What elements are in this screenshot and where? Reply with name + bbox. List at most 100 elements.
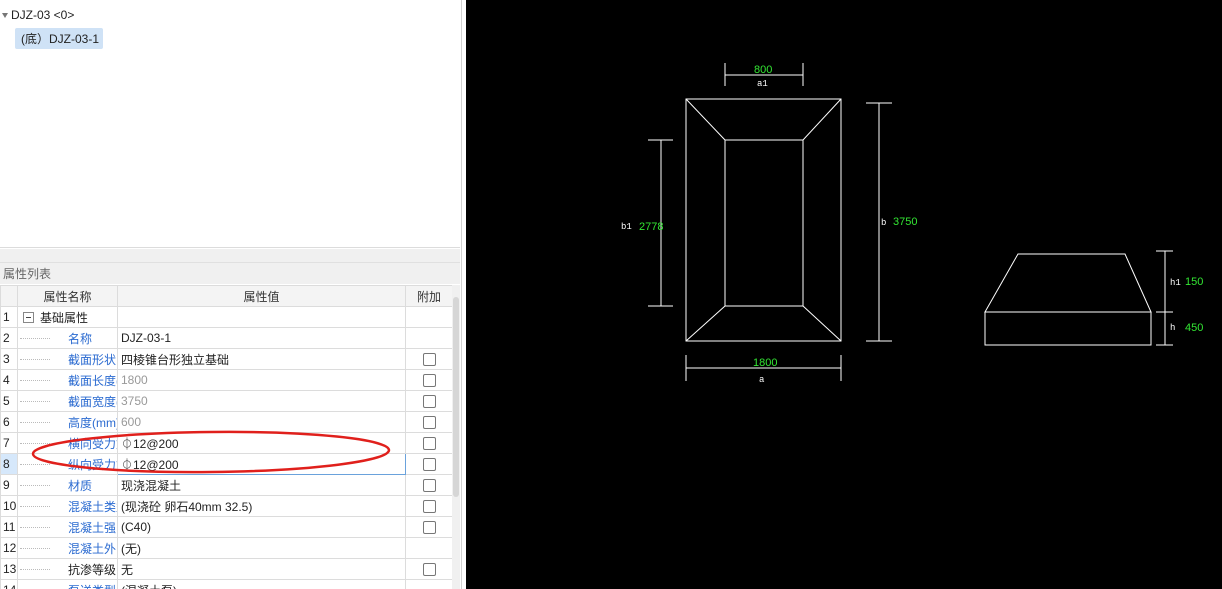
dim-b1-value: 2778 — [639, 221, 663, 233]
extra-checkbox[interactable] — [422, 416, 436, 430]
property-value[interactable] — [117, 306, 406, 328]
property-name: 截面长度(... — [68, 373, 117, 388]
property-value[interactable]: ⏀12@200 — [117, 432, 406, 454]
row-number: 3 — [0, 348, 18, 370]
row-number: 13 — [0, 558, 18, 580]
property-value[interactable]: 现浇混凝土 — [117, 474, 406, 496]
tree-connector-line — [20, 568, 50, 570]
property-row[interactable]: 7 横向受力筋⏀12@200 — [0, 432, 453, 454]
tree-connector-line — [20, 484, 50, 486]
property-value[interactable]: 无 — [117, 558, 406, 580]
row-number: 8 — [0, 453, 18, 475]
property-name-cell: 名称 — [17, 327, 118, 349]
panel-splitter[interactable] — [0, 249, 460, 262]
tree-child-item-selected[interactable]: (底）DJZ-03-1 — [15, 28, 104, 49]
property-value[interactable]: ⏀12@200 — [117, 453, 406, 475]
property-row[interactable]: 5 截面宽度(...3750 — [0, 390, 453, 412]
tree-connector-line — [20, 547, 50, 549]
extra-checkbox[interactable] — [422, 353, 436, 367]
property-name: 名称 — [68, 331, 93, 346]
tree-root-label: DJZ-03 <0> — [11, 8, 75, 22]
row-number: 1 — [0, 306, 18, 328]
property-row[interactable]: 3 截面形状 四棱锥台形独立基础 — [0, 348, 453, 370]
corner-line-tr — [802, 98, 842, 141]
property-value[interactable]: DJZ-03-1 — [117, 327, 406, 349]
extra-cell — [405, 432, 453, 454]
plan-outer-outline — [685, 98, 842, 342]
corner-line-tl — [685, 98, 726, 141]
property-name-cell: 横向受力筋 — [17, 432, 118, 454]
extra-cell — [405, 474, 453, 496]
property-value[interactable]: 1800 — [117, 369, 406, 391]
property-value[interactable]: (C40) — [117, 516, 406, 538]
extra-checkbox[interactable] — [422, 374, 436, 388]
row-number: 4 — [0, 369, 18, 391]
extra-checkbox[interactable] — [422, 458, 436, 472]
row-number: 14 — [0, 579, 18, 589]
corner-line-br — [802, 305, 842, 342]
tree-connector-line — [20, 505, 50, 507]
property-row[interactable]: 11 混凝土强...(C40) — [0, 516, 453, 538]
extra-checkbox[interactable] — [422, 500, 436, 514]
tree-connector-line — [20, 526, 50, 528]
extra-checkbox[interactable] — [422, 521, 436, 535]
cad-drawing-canvas[interactable]: 800 a1 1800 a b1 2778 b 3750 h1 150 h 45… — [466, 0, 1222, 589]
property-value[interactable]: (混凝土泵) — [117, 579, 406, 589]
extra-cell — [405, 348, 453, 370]
foundation-drawing: 800 a1 1800 a b1 2778 b 3750 h1 150 h 45… — [621, 63, 1203, 385]
grid-header-row: 属性名称 属性值 附加 — [0, 285, 453, 307]
property-name-cell: 混凝土类型 — [17, 495, 118, 517]
extra-cell — [405, 327, 453, 349]
extra-checkbox[interactable] — [422, 395, 436, 409]
dim-b-label: b — [881, 218, 886, 228]
extra-cell — [405, 579, 453, 589]
property-row[interactable]: 9 材质 现浇混凝土 — [0, 474, 453, 496]
tree-root-item[interactable]: DJZ-03 <0> — [2, 7, 74, 23]
property-name-cell: 抗渗等级 — [17, 558, 118, 580]
dim-b1-label: b1 — [621, 222, 632, 232]
property-row[interactable]: 13 抗渗等级无 — [0, 558, 453, 580]
property-row[interactable]: 2 名称 DJZ-03-1 — [0, 327, 453, 349]
extra-cell — [405, 306, 453, 328]
property-name-cell: 高度(mm) — [17, 411, 118, 433]
extra-checkbox[interactable] — [422, 437, 436, 451]
row-number: 5 — [0, 390, 18, 412]
dim-h1-value: 150 — [1185, 276, 1203, 288]
dim-b-value: 3750 — [893, 216, 917, 228]
extra-cell — [405, 453, 453, 475]
collapse-minus-icon[interactable] — [23, 311, 34, 323]
vertical-scrollbar[interactable] — [452, 285, 460, 589]
property-value[interactable]: (现浇砼 卵石40mm 32.5) — [117, 495, 406, 517]
property-row[interactable]: 12 混凝土外...(无) — [0, 537, 453, 559]
property-row[interactable]: 4 截面长度(...1800 — [0, 369, 453, 391]
property-row[interactable]: 6 高度(mm) 600 — [0, 411, 453, 433]
property-row[interactable]: 8 纵向受力筋⏀12@200 — [0, 453, 453, 475]
tree-child-label: (底）DJZ-03-1 — [21, 32, 100, 46]
component-tree: DJZ-03 <0> (底）DJZ-03-1 — [0, 0, 460, 248]
tree-connector-line — [20, 442, 50, 444]
property-row[interactable]: 1 基础属性 — [0, 306, 453, 328]
property-name: 混凝土类型 — [68, 499, 117, 514]
expand-arrow-icon[interactable] — [2, 12, 8, 18]
extra-cell — [405, 390, 453, 412]
property-name: 高度(mm) — [68, 415, 118, 430]
property-name-cell: 泵送类型 — [17, 579, 118, 589]
property-value[interactable]: 600 — [117, 411, 406, 433]
property-value[interactable]: (无) — [117, 537, 406, 559]
property-row[interactable]: 14 泵送类型(混凝土泵) — [0, 579, 453, 589]
scrollbar-thumb[interactable] — [453, 297, 459, 497]
property-value[interactable]: 3750 — [117, 390, 406, 412]
extra-checkbox[interactable] — [422, 479, 436, 493]
property-name: 抗渗等级 — [68, 562, 117, 577]
tree-connector-line — [20, 337, 50, 339]
extra-checkbox[interactable] — [422, 563, 436, 577]
corner-line-bl — [685, 305, 726, 342]
property-name: 纵向受力筋 — [68, 457, 117, 472]
property-value[interactable]: 四棱锥台形独立基础 — [117, 348, 406, 370]
col-header-name: 属性名称 — [17, 285, 118, 307]
dim-a-label: a — [759, 375, 765, 385]
property-name: 混凝土外... — [68, 541, 117, 556]
tree-connector-line — [20, 421, 50, 423]
property-name: 截面宽度(... — [68, 394, 117, 409]
property-row[interactable]: 10 混凝土类型(现浇砼 卵石40mm 32.5) — [0, 495, 453, 517]
